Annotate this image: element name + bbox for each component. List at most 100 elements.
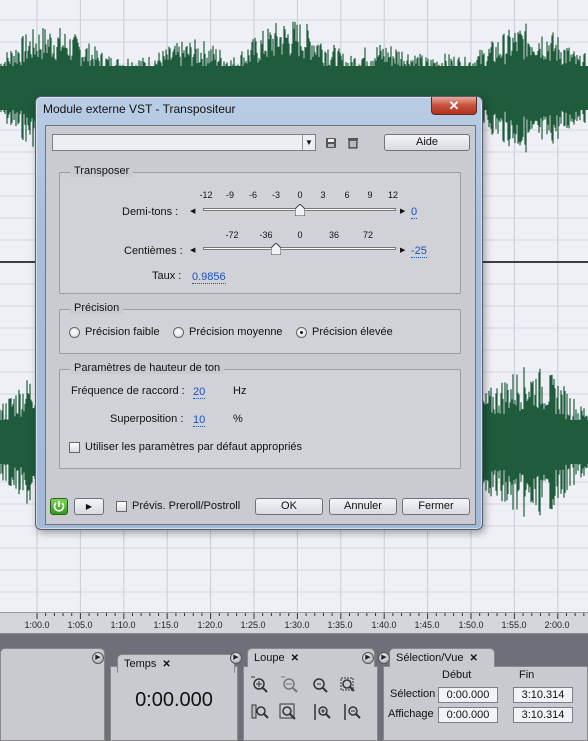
time-panel: 0:00.000 — [110, 666, 238, 741]
panel-menu-icon[interactable]: ▶ — [362, 652, 374, 664]
panel-menu-icon[interactable]: ▶ — [378, 652, 390, 664]
overlap-unit: % — [233, 413, 243, 425]
close-button[interactable]: Fermer — [402, 498, 470, 515]
zoom-in-vertical-icon — [314, 704, 331, 720]
ratio-value[interactable]: 0.9856 — [192, 271, 226, 284]
close-icon[interactable]: ✕ — [291, 653, 299, 664]
panel-menu-icon[interactable]: ▶ — [230, 652, 242, 664]
tab-zoom-label: Loupe — [254, 652, 285, 664]
preview-play-button[interactable]: ▶ — [74, 498, 104, 515]
preroll-label[interactable]: Prévis. Preroll/Postroll — [132, 500, 240, 512]
ruler-tick-label: 1:00.0 — [24, 620, 50, 630]
close-icon: ✕ — [448, 98, 460, 113]
zoom-out-amplitude-button[interactable] — [278, 673, 300, 695]
selection-panel: Début Fin Sélection Affichage 0:00.000 3… — [383, 666, 588, 741]
overlap-label: Superposition : — [110, 413, 184, 425]
tab-time[interactable]: Temps ✕ — [117, 654, 235, 673]
cents-slider-track[interactable] — [203, 247, 396, 250]
close-icon[interactable]: ✕ — [469, 653, 477, 664]
selection-end-field[interactable]: 3:10.314 — [513, 687, 573, 703]
precision-medium-label[interactable]: Précision moyenne — [189, 326, 283, 338]
zoom-full-button[interactable] — [336, 673, 358, 695]
panel-menu-icon[interactable]: ▶ — [92, 652, 104, 664]
zoom-in-amplitude-button[interactable] — [248, 673, 270, 695]
transposer-group-title: Transposer — [70, 165, 134, 177]
semitones-tick-label: 0 — [297, 190, 303, 200]
dialog-close-button[interactable]: ✕ — [431, 97, 477, 115]
zoom-out-vertical-icon — [344, 704, 361, 720]
trash-icon[interactable] — [346, 136, 360, 150]
zoom-to-selection-button[interactable] — [308, 673, 330, 695]
precision-low-label[interactable]: Précision faible — [85, 326, 160, 338]
zoom-in-right-button[interactable] — [276, 700, 298, 722]
cents-increase-arrow[interactable]: ▶ — [400, 246, 405, 254]
semitones-increase-arrow[interactable]: ▶ — [400, 207, 405, 215]
cents-tick-label: -72 — [225, 230, 239, 240]
timeline-ruler[interactable]: 1:00.0 1:05.0 1:10.0 1:15.0 1:20.0 1:25.… — [0, 612, 588, 634]
vst-plugin-dialog: Module externe VST - Transpositeur ✕ ▼ A… — [35, 96, 483, 530]
preset-dropdown[interactable]: ▼ — [52, 134, 316, 151]
zoom-in-right-icon — [279, 703, 296, 720]
splice-frequency-value[interactable]: 20 — [193, 386, 206, 399]
ruler-tick-label: 1:40.0 — [371, 620, 397, 630]
precision-high-label[interactable]: Précision élevée — [312, 326, 393, 338]
zoom-out-icon — [281, 676, 298, 693]
precision-low-radio[interactable] — [69, 327, 80, 338]
close-icon[interactable]: ✕ — [162, 659, 170, 670]
overlap-value[interactable]: 10 — [193, 414, 206, 427]
play-icon: ▶ — [85, 502, 93, 511]
pitch-params-group: Paramètres de hauteur de ton Fréquence d… — [59, 362, 461, 469]
help-button[interactable]: Aide — [384, 134, 470, 151]
semitones-decrease-arrow[interactable]: ◀ — [190, 207, 195, 215]
use-defaults-checkbox[interactable] — [69, 442, 80, 453]
tab-selection-view[interactable]: Sélection/Vue ✕ — [389, 648, 495, 667]
semitones-label: Demi-tons : — [122, 206, 179, 218]
use-defaults-label[interactable]: Utiliser les paramètres par défaut appro… — [85, 441, 302, 453]
zoom-in-vertical-button[interactable] — [310, 700, 332, 722]
cents-tick-label: -36 — [259, 230, 273, 240]
zoom-full-icon — [340, 677, 355, 692]
ok-button[interactable]: OK — [255, 498, 323, 515]
cancel-button[interactable]: Annuler — [329, 498, 397, 515]
dialog-content: ▼ Aide Transposer -12 -9 -6 -3 0 3 6 9 1… — [45, 125, 476, 525]
cents-value[interactable]: -25 — [411, 245, 427, 258]
zoom-in-left-button[interactable] — [248, 700, 270, 722]
cents-label: Centièmes : — [124, 245, 183, 257]
tab-zoom[interactable]: Loupe ✕ — [247, 648, 375, 667]
semitones-tick-label: -6 — [248, 190, 258, 200]
splice-frequency-label: Fréquence de raccord : — [71, 385, 185, 397]
bottom-panel-area: ▶ 0:00.000 Temps ✕ ▶ Loupe ✕ ▶ Début Fin S… — [0, 634, 588, 741]
cents-tick-label: 0 — [297, 230, 303, 240]
preroll-checkbox[interactable] — [116, 501, 127, 512]
ruler-tick-label: 1:35.0 — [327, 620, 353, 630]
ruler-tick-label: 1:45.0 — [414, 620, 440, 630]
save-icon[interactable] — [324, 136, 338, 150]
files-panel-tab[interactable] — [0, 648, 105, 667]
semitones-slider-thumb[interactable] — [295, 204, 305, 216]
ruler-tick-label: 1:15.0 — [153, 620, 179, 630]
view-end-field[interactable]: 3:10.314 — [513, 707, 573, 723]
tab-selection-view-label: Sélection/Vue — [396, 652, 464, 664]
ruler-tick-label: 1:20.0 — [197, 620, 223, 630]
transposer-group: Transposer -12 -9 -6 -3 0 3 6 9 12 Demi-… — [59, 165, 461, 294]
semitones-value[interactable]: 0 — [411, 206, 418, 219]
precision-high-radio[interactable] — [296, 327, 307, 338]
tab-time-label: Temps — [124, 658, 157, 670]
precision-medium-radio[interactable] — [173, 327, 184, 338]
view-start-field[interactable]: 0:00.000 — [438, 707, 498, 723]
zoom-in-icon — [251, 676, 268, 693]
selection-start-field[interactable]: 0:00.000 — [438, 687, 498, 703]
chevron-down-icon[interactable]: ▼ — [302, 135, 315, 150]
semitones-tick-label: 6 — [344, 190, 350, 200]
pitch-params-group-title: Paramètres de hauteur de ton — [70, 362, 225, 374]
ruler-tick-label: 1:30.0 — [284, 620, 310, 630]
precision-group-title: Précision — [70, 302, 124, 314]
ruler-tick-label: 1:05.0 — [67, 620, 93, 630]
zoom-in-left-icon — [251, 704, 269, 719]
power-button[interactable] — [50, 498, 68, 515]
ruler-tick-label: 1:55.0 — [501, 620, 527, 630]
cents-slider-thumb[interactable] — [271, 243, 281, 255]
zoom-out-vertical-button[interactable] — [340, 700, 362, 722]
semitones-tick-label: -12 — [199, 190, 213, 200]
cents-decrease-arrow[interactable]: ◀ — [190, 246, 195, 254]
